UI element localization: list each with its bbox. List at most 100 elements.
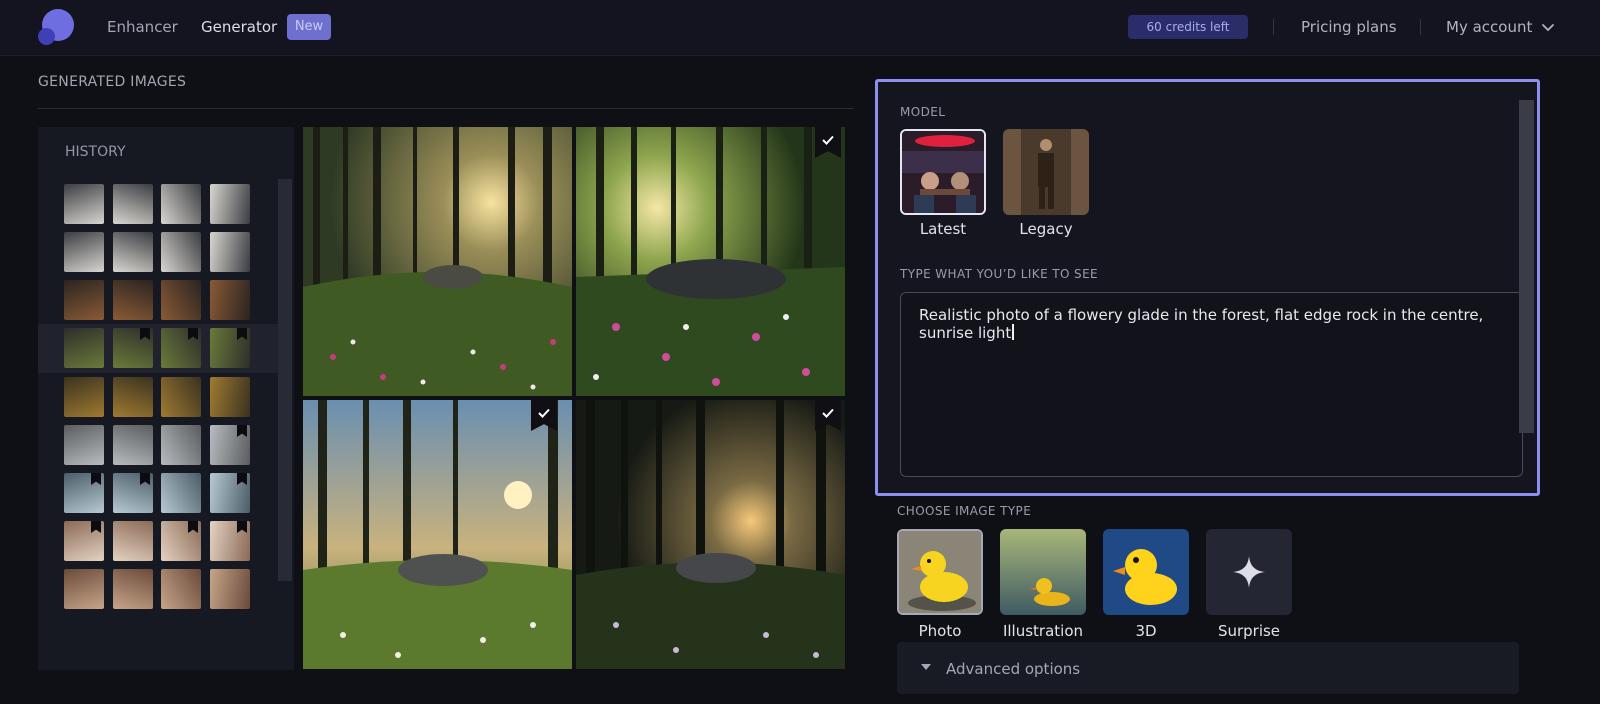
model-label: MODEL <box>900 105 946 119</box>
forest-image <box>576 400 845 669</box>
type-illustration-label: Illustration <box>1002 622 1084 640</box>
type-surprise-card[interactable] <box>1206 529 1292 615</box>
type-photo-card[interactable] <box>897 529 983 615</box>
bookmark-icon <box>188 521 198 533</box>
bookmark-icon <box>237 328 247 340</box>
history-thumbnail[interactable] <box>64 328 104 368</box>
bookmark-icon <box>91 473 101 485</box>
nav-generator[interactable]: Generator <box>201 17 277 37</box>
model-latest-label: Latest <box>919 220 967 238</box>
history-thumbnail[interactable] <box>113 232 153 272</box>
prompt-text-line-1: Realistic photo of a flowery glade in th… <box>919 306 1484 324</box>
caret-down-icon <box>921 664 931 670</box>
text-caret <box>1012 324 1015 340</box>
history-thumbnail[interactable] <box>64 377 104 417</box>
generated-image-4[interactable] <box>576 400 845 669</box>
new-badge: New <box>287 14 331 40</box>
generated-image-2[interactable] <box>576 127 845 396</box>
history-thumbnail[interactable] <box>64 232 104 272</box>
advanced-options-label: Advanced options <box>946 660 1081 678</box>
model-legacy-card[interactable] <box>1003 129 1089 215</box>
history-thumbnail[interactable] <box>64 425 104 465</box>
bookmark-icon <box>237 521 247 533</box>
history-thumbnail[interactable] <box>161 569 201 609</box>
prompt-text-line-2-text: sunrise light <box>919 324 1012 342</box>
history-panel: HISTORY <box>38 127 294 670</box>
history-thumbnail[interactable] <box>210 232 250 272</box>
pricing-plans-link[interactable]: Pricing plans <box>1301 17 1397 37</box>
divider <box>1420 19 1421 35</box>
history-thumbnail[interactable] <box>210 377 250 417</box>
image-type-label: CHOOSE IMAGE TYPE <box>897 504 1032 518</box>
model-legacy-label: Legacy <box>1019 220 1073 238</box>
prompt-label: TYPE WHAT YOU’D LIKE TO SEE <box>900 267 1099 281</box>
history-thumbnail[interactable] <box>210 328 250 368</box>
top-bar: Enhancer Generator New 60 credits left P… <box>0 0 1600 56</box>
type-surprise-label: Surprise <box>1217 622 1281 640</box>
prompt-text-line-2: sunrise light <box>919 324 1504 342</box>
nav-enhancer[interactable]: Enhancer <box>107 17 178 37</box>
history-thumbnail[interactable] <box>64 569 104 609</box>
history-thumbnail[interactable] <box>161 425 201 465</box>
history-thumbnail[interactable] <box>161 521 201 561</box>
prompt-textarea[interactable]: Realistic photo of a flowery glade in th… <box>900 292 1523 477</box>
bookmark-icon <box>140 473 150 485</box>
3d-duck-thumbnail <box>1103 529 1189 615</box>
advanced-options-toggle[interactable]: Advanced options <box>897 642 1519 694</box>
history-scrollbar[interactable] <box>278 179 292 581</box>
photo-duck-thumbnail <box>899 531 981 613</box>
history-thumbnail[interactable] <box>64 521 104 561</box>
type-3d-card[interactable] <box>1103 529 1189 615</box>
history-thumbnail[interactable] <box>113 521 153 561</box>
history-thumbnail[interactable] <box>113 184 153 224</box>
bookmark-icon <box>237 473 247 485</box>
history-thumbnail[interactable] <box>210 521 250 561</box>
forest-image <box>576 127 845 396</box>
generated-image-1[interactable] <box>303 127 572 396</box>
divider <box>1273 19 1274 35</box>
illustration-duck-thumbnail <box>1000 529 1086 615</box>
history-thumbnail[interactable] <box>210 280 250 320</box>
model-legacy-thumbnail <box>1003 129 1089 215</box>
type-illustration-card[interactable] <box>1000 529 1086 615</box>
app-logo[interactable] <box>38 9 74 45</box>
history-thumbnail[interactable] <box>210 425 250 465</box>
chevron-down-icon[interactable] <box>1539 18 1557 36</box>
history-thumbnail[interactable] <box>113 280 153 320</box>
type-photo-label: Photo <box>918 622 962 640</box>
history-thumbnail[interactable] <box>64 473 104 513</box>
history-thumbnail[interactable] <box>161 377 201 417</box>
panel-scrollbar[interactable] <box>1519 100 1534 433</box>
history-thumbnail[interactable] <box>113 425 153 465</box>
bookmark-icon <box>140 328 150 340</box>
credits-badge: 60 credits left <box>1128 15 1248 39</box>
model-latest-thumbnail <box>902 131 984 213</box>
history-thumbnail[interactable] <box>161 328 201 368</box>
history-thumbnail[interactable] <box>161 473 201 513</box>
forest-image <box>303 400 572 669</box>
history-thumbnail[interactable] <box>161 184 201 224</box>
history-title: HISTORY <box>65 144 126 160</box>
history-thumbnail[interactable] <box>210 473 250 513</box>
forest-image <box>303 127 572 396</box>
generated-image-3[interactable] <box>303 400 572 669</box>
history-thumbnail[interactable] <box>113 473 153 513</box>
history-thumbnail[interactable] <box>113 569 153 609</box>
history-thumbnail[interactable] <box>161 280 201 320</box>
bookmark-icon <box>237 425 247 437</box>
bookmark-icon <box>91 521 101 533</box>
type-3d-label: 3D <box>1135 622 1157 640</box>
history-thumbnail[interactable] <box>161 232 201 272</box>
history-thumbnail[interactable] <box>210 569 250 609</box>
model-latest-card[interactable] <box>900 129 986 215</box>
my-account-menu[interactable]: My account <box>1446 17 1532 37</box>
history-thumbnail[interactable] <box>113 328 153 368</box>
history-thumbnail[interactable] <box>64 184 104 224</box>
sparkle-icon <box>1233 556 1265 588</box>
history-thumbnail[interactable] <box>64 280 104 320</box>
divider <box>38 108 854 109</box>
generated-images-title: GENERATED IMAGES <box>38 74 187 90</box>
history-thumbnail[interactable] <box>113 377 153 417</box>
history-thumbnail[interactable] <box>210 184 250 224</box>
logo-circle-small <box>38 28 55 45</box>
